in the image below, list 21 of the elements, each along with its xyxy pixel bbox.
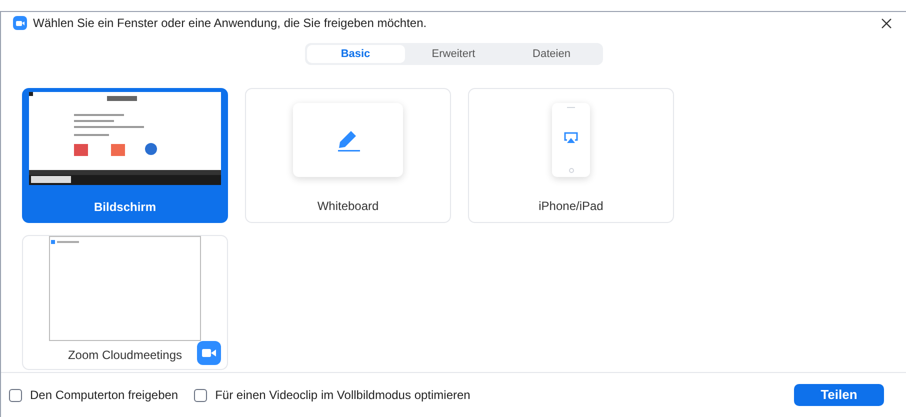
card-label: Zoom Cloudmeetings — [68, 347, 182, 364]
checkbox[interactable] — [194, 388, 208, 402]
window-title: Wählen Sie ein Fenster oder eine Anwendung, die Sie freigeben möchten. — [33, 15, 427, 32]
app-logo-icon — [13, 16, 27, 30]
tab[interactable]: Basic — [306, 45, 404, 63]
source-card[interactable]: Bildschirm — [22, 88, 228, 223]
tab[interactable]: Dateien — [502, 45, 600, 63]
tab[interactable]: Erweitert — [404, 45, 502, 63]
source-card[interactable]: iPhone/iPad — [468, 88, 674, 223]
checkbox[interactable] — [9, 388, 22, 402]
source-card[interactable]: Whiteboard — [245, 88, 451, 223]
close-icon[interactable] — [881, 18, 892, 28]
checkbox-label: Für einen Videoclip im Vollbildmodus optimieren — [215, 387, 470, 404]
video-camera-icon — [197, 341, 221, 365]
checkbox-label: Den Computerton freigeben — [30, 387, 178, 404]
card-label: Whiteboard — [317, 198, 379, 215]
card-label: Bildschirm — [94, 199, 156, 216]
card-label: iPhone/iPad — [538, 198, 604, 215]
share-button[interactable]: Teilen — [794, 384, 884, 406]
source-card[interactable]: Zoom Cloudmeetings — [22, 235, 228, 370]
airplay-icon — [564, 132, 578, 144]
